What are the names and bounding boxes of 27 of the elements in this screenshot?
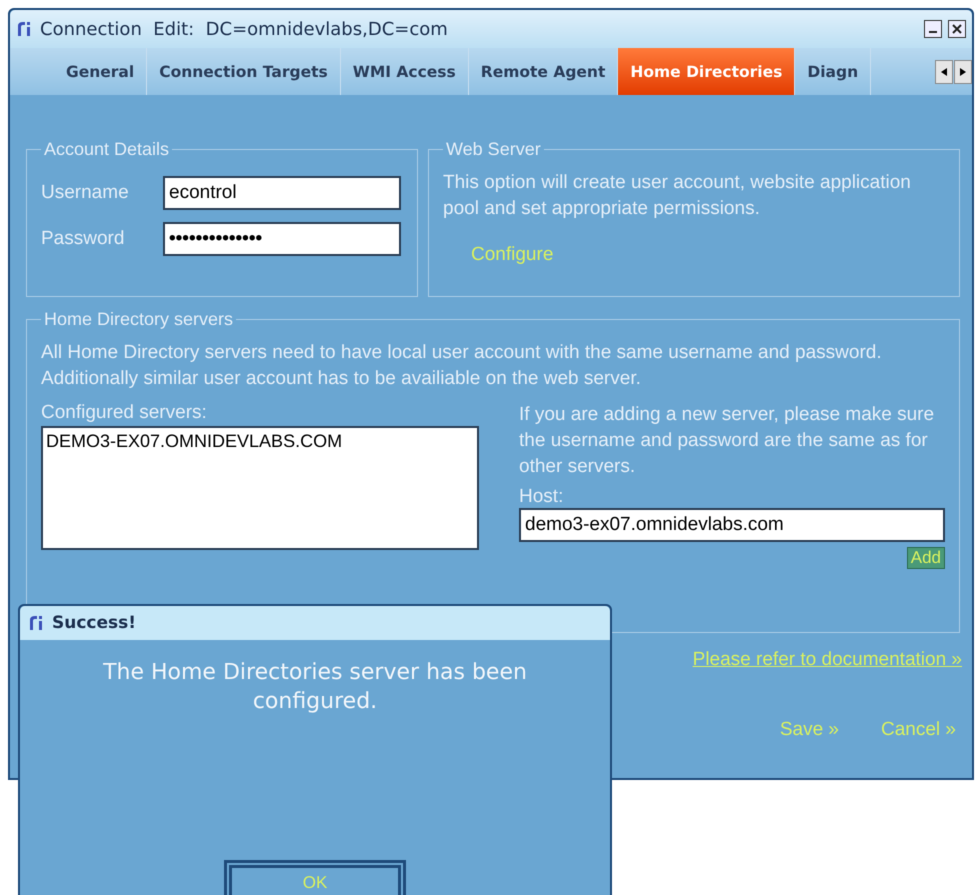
field-label: Password xyxy=(41,228,126,250)
server-list[interactable]: DEMO3-EX07.OMNIDEVLABS.COM xyxy=(41,426,479,550)
hint-text: If you are adding a new server, please make sure the username and password are the same as for other servers. xyxy=(519,403,936,479)
field-label: Username xyxy=(41,182,130,204)
list-label: Configured servers: xyxy=(41,402,208,424)
password-field[interactable]: •••••••••••••• xyxy=(163,222,401,256)
group-title: Account Details xyxy=(43,139,170,160)
scroll-right-icon[interactable] xyxy=(954,60,972,84)
group-title: Web Server xyxy=(445,139,542,160)
tab[interactable]: General xyxy=(54,48,148,95)
host-field[interactable]: demo3-ex07.omnidevlabs.com xyxy=(519,508,945,542)
dialog-message: The Home Directories server has been configured. xyxy=(102,659,528,716)
dialog-title: Success! xyxy=(52,613,136,633)
group-title: Home Directory servers xyxy=(43,309,234,330)
username-field[interactable]: econtrol xyxy=(163,176,401,210)
server-item[interactable]: DEMO3-EX07.OMNIDEVLABS.COM xyxy=(46,431,474,452)
field-label: Host: xyxy=(519,486,564,508)
description-text: All Home Directory servers need to have local user account with the same username and password. Additionally similar user account has to be availiable on the web server. xyxy=(41,341,883,391)
minimize-icon[interactable] xyxy=(924,20,942,38)
description-text: This option will create user account, website application pool and set appropriate permissions. xyxy=(443,171,912,221)
scroll-left-icon[interactable] xyxy=(935,60,953,84)
close-icon[interactable] xyxy=(948,20,966,38)
tab[interactable]: WMI Access xyxy=(340,48,469,95)
tab[interactable]: Diagn xyxy=(795,48,872,95)
tab[interactable]: Connection Targets xyxy=(147,48,341,95)
window-title: Connection Edit: DC=omnidevlabs,DC=com xyxy=(40,18,449,40)
tab[interactable]: Home Directories xyxy=(618,48,796,95)
